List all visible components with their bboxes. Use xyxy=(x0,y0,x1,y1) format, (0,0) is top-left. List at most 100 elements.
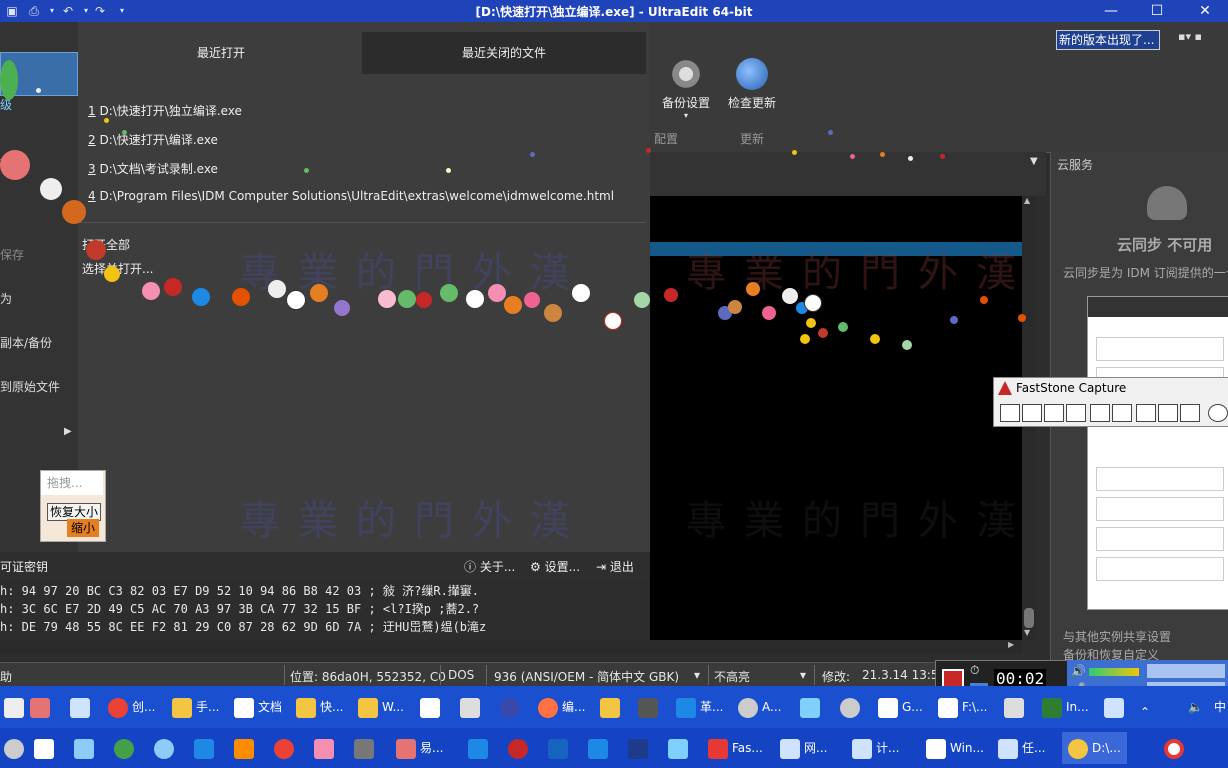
taskbar-item[interactable] xyxy=(668,736,692,760)
scroll-up-icon[interactable]: ▲ xyxy=(1024,196,1034,208)
taskbar-item[interactable] xyxy=(34,736,58,760)
taskbar-item[interactable] xyxy=(500,695,524,719)
tray-expand-icon[interactable]: ⌃ xyxy=(1140,700,1150,724)
nav-item-revert[interactable]: 到原始文件 xyxy=(0,378,60,395)
taskbar-item[interactable] xyxy=(628,736,652,760)
ribbon-display-options-icon[interactable]: ▪▾ ▪ xyxy=(1178,30,1224,48)
recent-file-item[interactable]: 4 D:\Program Files\IDM Computer Solution… xyxy=(88,189,614,203)
tab-recently-closed[interactable]: 最近关闭的文件 xyxy=(362,32,646,74)
backup-settings-button[interactable]: 备份设置 ▾ xyxy=(654,58,718,120)
taskbar-item[interactable]: In... xyxy=(1042,695,1089,719)
taskbar-item[interactable]: 创... xyxy=(108,695,155,719)
taskbar-item[interactable]: 计... xyxy=(852,736,899,760)
capture-fixed-icon[interactable] xyxy=(1158,404,1178,422)
taskbar-item[interactable] xyxy=(588,736,612,760)
chevron-right-icon[interactable]: ▶ xyxy=(64,426,72,437)
taskbar-item[interactable] xyxy=(154,736,178,760)
capture-scrolling-icon[interactable] xyxy=(1136,404,1156,422)
ime-icon[interactable]: 中 xyxy=(1214,695,1226,719)
taskbar-item[interactable]: A... xyxy=(738,695,781,719)
taskbar-item[interactable] xyxy=(274,736,298,760)
capture-video-icon[interactable] xyxy=(1180,404,1200,422)
taskbar-item[interactable] xyxy=(800,695,824,719)
capture-rectangle-icon[interactable] xyxy=(1066,404,1086,422)
taskbar-item[interactable] xyxy=(1164,736,1188,760)
line-ending[interactable]: DOS xyxy=(448,668,474,682)
taskbar-item[interactable]: F:\... xyxy=(938,695,988,719)
taskbar-item[interactable] xyxy=(30,695,54,719)
taskbar-item[interactable]: 手... xyxy=(172,695,219,719)
chevron-down-icon[interactable]: ▾ xyxy=(694,668,700,682)
taskbar-item[interactable] xyxy=(1104,695,1128,719)
share-settings-link[interactable]: 与其他实例共享设置 xyxy=(1063,628,1171,645)
taskbar-item[interactable] xyxy=(468,736,492,760)
taskbar-item[interactable] xyxy=(234,736,258,760)
capture-fullscreen-icon[interactable] xyxy=(1112,404,1132,422)
about-button[interactable]: ⓘ 关于... xyxy=(464,558,515,575)
codepage-select[interactable]: 936 (ANSI/OEM - 简体中文 GBK) xyxy=(494,668,679,685)
taskbar-item[interactable]: Win... xyxy=(926,736,984,760)
capture-window-icon[interactable] xyxy=(1022,404,1042,422)
taskbar-item[interactable]: G... xyxy=(878,695,923,719)
taskbar-item[interactable] xyxy=(114,736,138,760)
taskbar-item[interactable] xyxy=(840,695,864,719)
volume-icon[interactable]: 🔈 xyxy=(1188,695,1203,719)
scroll-right-icon[interactable]: ▶ xyxy=(1008,640,1014,649)
taskbar-item[interactable] xyxy=(70,695,94,719)
taskbar-item[interactable] xyxy=(314,736,338,760)
exit-button[interactable]: ⇥ 退出 xyxy=(596,558,634,575)
new-version-notice[interactable]: 新的版本出现了... xyxy=(1056,30,1160,50)
timer-icon[interactable]: ⏱ xyxy=(970,663,988,679)
taskbar-item[interactable]: 快... xyxy=(296,695,343,719)
taskbar-item[interactable]: 网... xyxy=(780,736,827,760)
speaker-icon[interactable]: 🔊 xyxy=(1071,664,1086,678)
drag-handle[interactable]: 拖拽... xyxy=(41,471,103,495)
minimize-icon[interactable]: — xyxy=(1088,0,1134,22)
taskbar-item[interactable] xyxy=(638,695,662,719)
scroll-down-icon[interactable]: ▼ xyxy=(1024,628,1034,640)
capture-freehand-icon[interactable] xyxy=(1090,404,1110,422)
taskbar-item[interactable]: Fas... xyxy=(708,736,763,760)
capture-object-icon[interactable] xyxy=(1044,404,1064,422)
recorder-settings-icons[interactable] xyxy=(1147,664,1225,678)
nav-item-copy-backup[interactable]: 副本/备份 xyxy=(0,334,52,351)
close-icon[interactable]: ✕ xyxy=(1182,0,1228,22)
taskbar-item[interactable] xyxy=(194,736,218,760)
taskbar-item[interactable]: 文档 xyxy=(234,695,282,719)
taskbar-item[interactable]: 革... xyxy=(676,695,723,719)
settings-button[interactable]: ⚙ 设置... xyxy=(530,558,580,575)
taskbar-item[interactable] xyxy=(420,695,444,719)
taskbar-item-active[interactable]: D:\... xyxy=(1062,732,1127,764)
recent-file-item[interactable]: 3 D:\文档\考试录制.exe xyxy=(88,160,218,177)
computer-icon xyxy=(852,738,872,759)
taskbar-item[interactable]: 易... xyxy=(396,736,443,760)
taskbar-item[interactable] xyxy=(4,695,28,719)
maximize-icon[interactable]: ☐ xyxy=(1134,0,1180,22)
taskbar-item[interactable] xyxy=(600,695,624,719)
tab-list-chevron-icon[interactable]: ▼ xyxy=(1030,156,1038,167)
license-key-item[interactable]: 可证密钥 xyxy=(0,558,48,575)
tab-recent-files[interactable]: 最近打开 xyxy=(80,32,362,74)
taskbar-item[interactable] xyxy=(4,736,28,760)
recent-file-item[interactable]: 1 D:\快速打开\独立编译.exe xyxy=(88,102,242,119)
taskbar-item[interactable]: 编... xyxy=(538,695,585,719)
taskbar-item[interactable] xyxy=(354,736,378,760)
check-update-button[interactable]: 检查更新 xyxy=(720,58,784,111)
taskbar-item[interactable]: W... xyxy=(358,695,404,719)
open-icon[interactable] xyxy=(1000,404,1020,422)
highlight-select[interactable]: 不高亮 xyxy=(714,668,750,685)
shrink-button[interactable]: 缩小 xyxy=(67,519,99,537)
taskbar-item[interactable]: 任... xyxy=(998,736,1045,760)
taskbar-item[interactable] xyxy=(460,695,484,719)
scroll-thumb[interactable] xyxy=(1024,608,1034,628)
taskbar-item[interactable] xyxy=(74,736,98,760)
taskbar-item[interactable] xyxy=(508,736,532,760)
taskbar-item[interactable] xyxy=(1004,695,1028,719)
taskbar-item[interactable] xyxy=(548,736,572,760)
nav-item-save[interactable]: 保存 xyxy=(0,246,24,263)
chevron-down-icon[interactable]: ▾ xyxy=(800,668,806,682)
horizontal-scrollbar[interactable]: ▶ xyxy=(0,640,1022,654)
timer-icon[interactable] xyxy=(1208,404,1228,422)
recent-file-item[interactable]: 2 D:\快速打开\编译.exe xyxy=(88,131,218,148)
nav-item-save-as[interactable]: 为 xyxy=(0,290,12,307)
